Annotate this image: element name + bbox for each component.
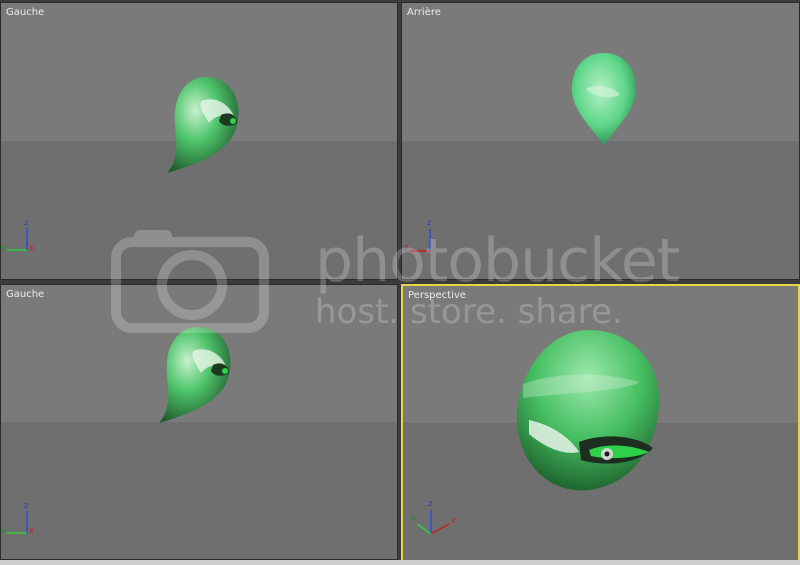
head-model-side[interactable]: [153, 321, 243, 431]
svg-text:z: z: [24, 218, 28, 227]
viewport-label[interactable]: Gauche: [6, 289, 44, 300]
status-bar: [0, 560, 800, 565]
svg-text:y: y: [411, 513, 416, 522]
viewport-background-bottom: [402, 141, 799, 279]
svg-text:z: z: [427, 218, 431, 227]
svg-text:x: x: [29, 526, 34, 535]
svg-text:y: y: [1, 243, 6, 252]
viewport-perspective[interactable]: Perspective z y x: [401, 284, 800, 562]
svg-text:x: x: [451, 516, 456, 525]
viewport-background-bottom: [1, 422, 397, 559]
axis-triad: z y x: [1, 218, 34, 252]
svg-text:x: x: [29, 243, 34, 252]
head-model-back[interactable]: [564, 49, 644, 149]
head-model-perspective[interactable]: [509, 324, 669, 494]
svg-text:y: y: [1, 526, 6, 535]
head-model-side[interactable]: [161, 71, 251, 181]
axis-triad: z y x: [1, 501, 34, 535]
viewport-label[interactable]: Perspective: [408, 290, 466, 301]
viewport-label[interactable]: Arrière: [407, 7, 441, 18]
viewport-label[interactable]: Gauche: [6, 7, 44, 18]
axis-triad: z y x: [411, 499, 456, 535]
viewport-left-bottom[interactable]: Gauche z y x: [0, 284, 398, 560]
viewport-left-top[interactable]: Gauche z y x: [0, 2, 398, 280]
svg-text:x: x: [404, 242, 409, 251]
svg-text:z: z: [24, 501, 28, 510]
viewport-back[interactable]: Arrière z x: [401, 2, 800, 280]
axis-triad: z x: [404, 218, 431, 252]
svg-text:z: z: [428, 499, 432, 508]
